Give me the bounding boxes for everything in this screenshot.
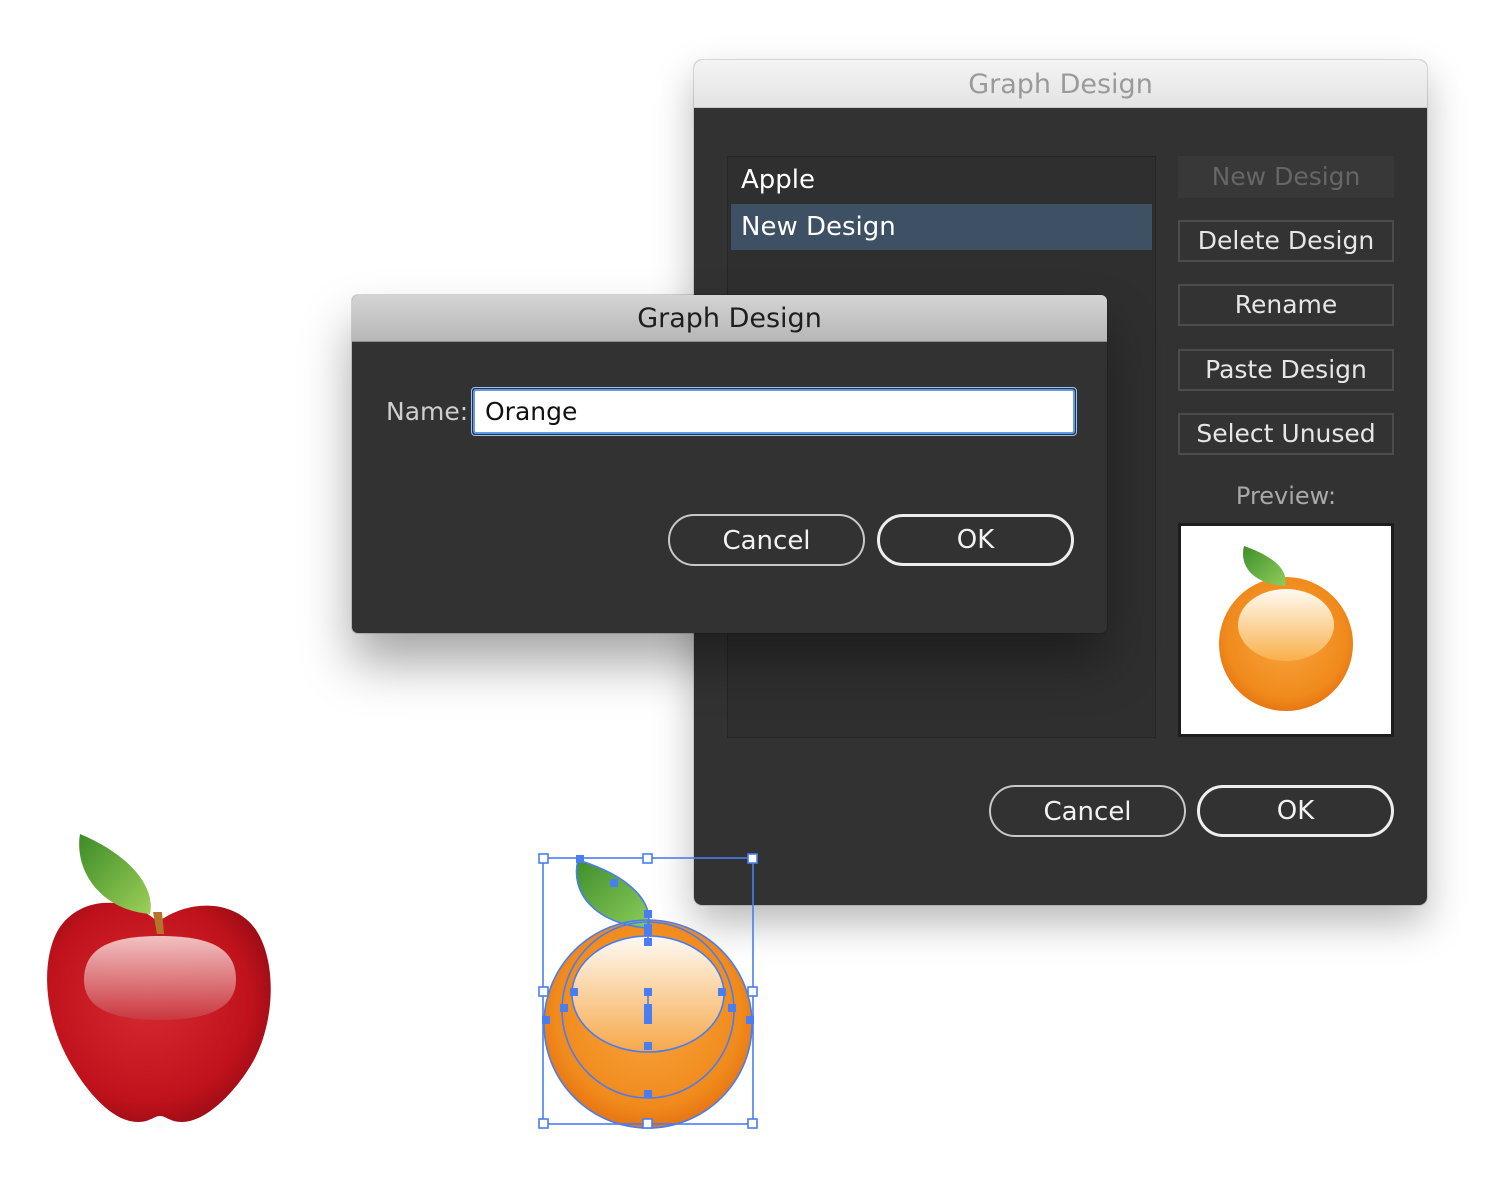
ok-button[interactable]: OK <box>1197 785 1394 837</box>
name-dialog: Graph Design Name: Cancel OK <box>352 295 1107 633</box>
apple-icon[interactable] <box>40 830 280 1130</box>
select-unused-button[interactable]: Select Unused <box>1178 413 1394 455</box>
preview-label: Preview: <box>1235 482 1337 510</box>
list-item-apple[interactable]: Apple <box>731 157 1152 203</box>
dialog-title: Graph Design <box>352 295 1107 342</box>
paste-design-button[interactable]: Paste Design <box>1178 349 1394 391</box>
orange-icon <box>1219 546 1353 711</box>
name-input[interactable] <box>473 389 1075 434</box>
cancel-button[interactable]: Cancel <box>989 785 1186 837</box>
dialog-title: Graph Design <box>694 60 1427 108</box>
delete-design-button[interactable]: Delete Design <box>1178 220 1394 262</box>
ok-button[interactable]: OK <box>877 514 1074 566</box>
orange-icon[interactable] <box>530 848 765 1138</box>
rename-button[interactable]: Rename <box>1178 284 1394 326</box>
preview-pane <box>1178 523 1394 737</box>
name-label: Name: <box>386 397 469 426</box>
new-design-button[interactable]: New Design <box>1178 156 1394 198</box>
list-item-new-design[interactable]: New Design <box>731 204 1152 250</box>
cancel-button[interactable]: Cancel <box>668 514 865 566</box>
